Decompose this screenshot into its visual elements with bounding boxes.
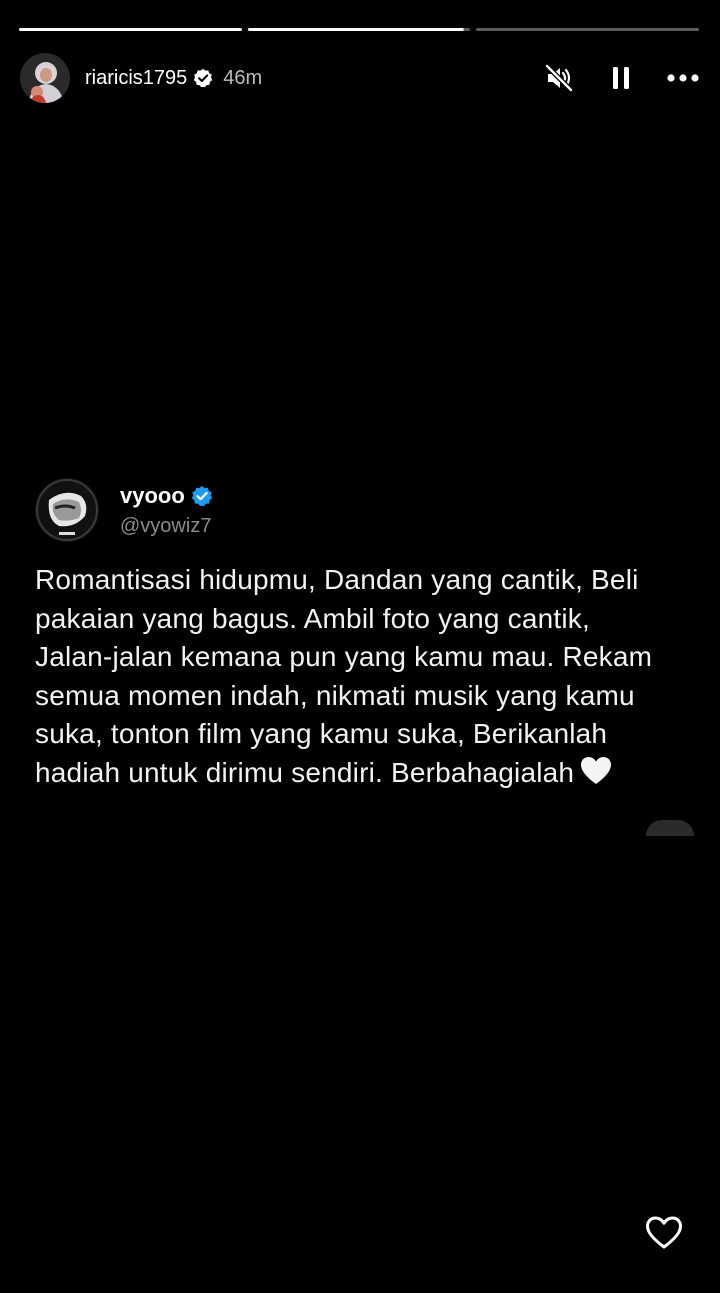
progress-segment-current: [247, 28, 471, 31]
mute-button[interactable]: [542, 61, 576, 95]
story-header: riaricis1795 46m: [20, 52, 700, 104]
progress-segment: [19, 28, 242, 31]
progress-segment: [476, 28, 700, 31]
avatar[interactable]: [20, 53, 70, 103]
verified-badge-icon: [194, 68, 213, 88]
more-options-icon: [667, 74, 699, 82]
tweet-profile-photo: [35, 478, 99, 542]
tweet-display-name: vyooo: [120, 482, 185, 508]
story-viewer[interactable]: riaricis1795 46m vyooo @vyowiz7 Romantis…: [0, 0, 720, 1293]
story-controls: [542, 61, 700, 95]
heart-outline-icon: [646, 1216, 682, 1249]
story-progress-bar: [19, 28, 700, 32]
post-time: 46m: [223, 66, 263, 89]
tweet-text: Romantisasi hidupmu, Dandan yang cantik,…: [35, 561, 665, 796]
tweet-avatar: [35, 478, 99, 542]
username[interactable]: riaricis1795: [85, 67, 187, 90]
like-button[interactable]: [644, 1213, 684, 1253]
shared-tweet[interactable]: vyooo @vyowiz7 Romantisasi hidupmu, Dand…: [35, 475, 665, 796]
tweet-header: vyooo @vyowiz7: [35, 475, 665, 545]
pause-button[interactable]: [604, 61, 638, 95]
tweet-body: Romantisasi hidupmu, Dandan yang cantik,…: [35, 564, 653, 788]
tweet-handle: @vyowiz7: [120, 514, 212, 537]
pause-icon: [613, 67, 629, 89]
more-options-button[interactable]: [666, 61, 700, 95]
profile-photo: [20, 53, 70, 103]
speaker-muted-icon: [545, 64, 573, 92]
blue-verified-icon: [191, 485, 212, 506]
partial-overlay-circle: [646, 820, 694, 836]
white-heart-icon: [580, 756, 612, 797]
